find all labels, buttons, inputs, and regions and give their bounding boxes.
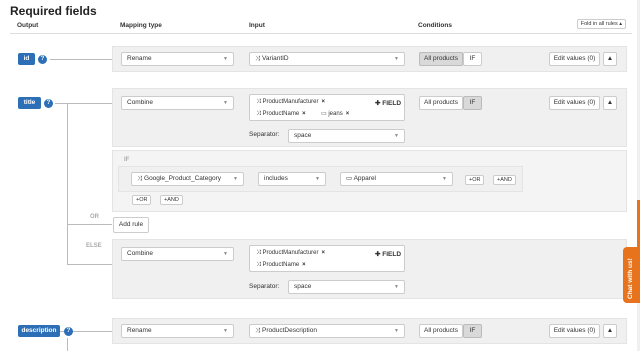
move-up-button[interactable]: ▲ — [603, 324, 617, 338]
or-group-button[interactable]: +OR — [132, 195, 152, 205]
connector — [55, 103, 112, 104]
move-up-button[interactable]: ▲ — [603, 52, 617, 66]
text-tag: ▭ jeans × — [321, 111, 350, 117]
input-select[interactable]: ⤨ VariantID ▼ — [249, 52, 405, 66]
caret-down-icon: ▼ — [442, 176, 447, 182]
field-tag: ⤨ ProductManufacturer × — [256, 250, 326, 256]
connector — [67, 104, 68, 264]
edit-values-button[interactable]: Edit values (0) — [549, 52, 600, 66]
caret-down-icon: ▼ — [223, 56, 228, 62]
remove-icon[interactable]: × — [302, 262, 306, 268]
remove-icon[interactable]: × — [302, 111, 306, 117]
separator-label: Separator: — [249, 131, 280, 138]
connector — [67, 338, 68, 351]
field-tag: ⤨ ProductName × — [256, 262, 306, 268]
caret-down-icon: ▼ — [394, 133, 399, 139]
remove-icon[interactable]: × — [322, 250, 326, 256]
all-products-button[interactable]: All products — [419, 96, 463, 110]
text-icon: ▭ — [346, 175, 354, 182]
col-output: Output — [17, 22, 39, 29]
col-input: Input — [249, 22, 265, 29]
caret-down-icon: ▼ — [394, 284, 399, 290]
col-conditions: Conditions — [418, 22, 452, 29]
condition-operator-select[interactable]: includes ▼ — [258, 172, 326, 186]
remove-icon[interactable]: × — [322, 99, 326, 105]
mapping-type-select[interactable]: Combine ▼ — [121, 96, 234, 110]
edit-values-button[interactable]: Edit values (0) — [549, 96, 600, 110]
caret-down-icon: ▼ — [223, 328, 228, 334]
remove-icon[interactable]: × — [346, 111, 350, 117]
add-field-button[interactable]: ✚ FIELD — [375, 250, 401, 258]
all-products-button[interactable]: All products — [419, 52, 463, 66]
field-badge-description: description — [18, 325, 60, 337]
caret-down-icon: ▼ — [223, 251, 228, 257]
shuffle-icon: ⤨ — [255, 55, 263, 62]
add-field-button[interactable]: ✚ FIELD — [375, 99, 401, 107]
connector — [50, 59, 112, 60]
if-button[interactable]: IF — [463, 96, 482, 110]
chat-button[interactable]: Chat with us! — [623, 247, 640, 303]
input-select[interactable]: ⤨ ProductDescription ▼ — [249, 324, 405, 338]
field-badge-id: id — [18, 53, 35, 65]
edit-values-button[interactable]: Edit values (0) — [549, 324, 600, 338]
all-products-button[interactable]: All products — [419, 324, 463, 338]
shuffle-icon: ⤨ — [255, 327, 263, 334]
page-title: Required fields — [10, 4, 97, 18]
caret-down-icon: ▼ — [394, 56, 399, 62]
caret-down-icon: ▼ — [394, 328, 399, 334]
mapping-type-select[interactable]: Rename ▼ — [121, 52, 234, 66]
separator-select[interactable]: space ▼ — [288, 129, 405, 143]
caret-up-icon: ▲ — [606, 55, 614, 62]
caret-up-icon: ▲ — [606, 327, 614, 334]
if-button[interactable]: IF — [463, 52, 482, 66]
field-tag: ⤨ ProductManufacturer × — [256, 99, 326, 105]
else-label: ELSE — [86, 243, 102, 249]
help-icon[interactable]: ? — [44, 99, 53, 108]
col-mapping: Mapping type — [120, 22, 162, 29]
connector — [67, 224, 112, 225]
if-label: IF — [124, 157, 130, 163]
or-condition-button[interactable]: +OR — [465, 175, 485, 185]
separator-select[interactable]: space ▼ — [288, 280, 405, 294]
header-divider — [10, 33, 632, 34]
caret-down-icon: ▼ — [233, 176, 238, 182]
help-icon[interactable]: ? — [38, 55, 47, 64]
or-label: OR — [90, 214, 99, 220]
add-rule-button[interactable]: Add rule — [113, 217, 149, 233]
mapping-type-select[interactable]: Rename ▼ — [121, 324, 234, 338]
help-icon[interactable]: ? — [64, 327, 73, 336]
mapping-type-select[interactable]: Combine ▼ — [121, 247, 234, 261]
fold-all-rules-button[interactable]: Fold in all rules ▴ — [576, 19, 626, 29]
connector — [67, 264, 112, 265]
caret-down-icon: ▼ — [223, 100, 228, 106]
field-badge-title: title — [18, 97, 41, 109]
separator-label: Separator: — [249, 283, 280, 290]
condition-field-select[interactable]: ⤨ Google_Product_Category ▼ — [131, 172, 244, 186]
condition-value-select[interactable]: ▭ Apparel ▼ — [340, 172, 453, 186]
chat-label: Chat with us! — [627, 258, 634, 299]
if-button[interactable]: IF — [463, 324, 482, 338]
and-group-button[interactable]: +AND — [160, 195, 183, 205]
and-condition-button[interactable]: +AND — [493, 175, 516, 185]
shuffle-icon: ⤨ — [137, 175, 145, 182]
caret-down-icon: ▼ — [315, 176, 320, 182]
field-tag: ⤨ ProductName × — [256, 111, 306, 117]
caret-up-icon: ▲ — [606, 99, 614, 106]
move-up-button[interactable]: ▲ — [603, 96, 617, 110]
